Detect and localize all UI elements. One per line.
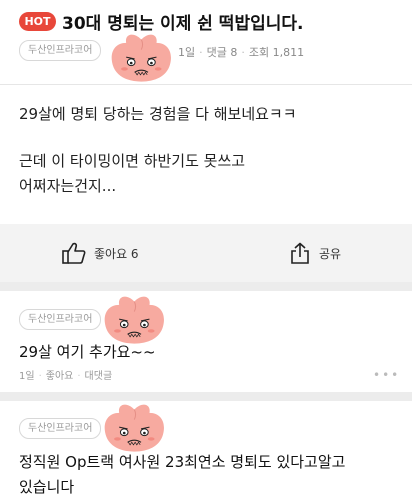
post-meta: 1일 · 댓글 8 · 조회 1,811: [178, 46, 305, 59]
author-avatar[interactable]: [111, 30, 175, 86]
post-time: 1일: [178, 46, 196, 59]
post-comment-count[interactable]: 댓글 8: [207, 46, 238, 59]
comment-meta: 1일 · 좋아요 · 대댓글: [19, 371, 113, 382]
post-body-line: 29살에 명퇴 당하는 경험을 다 해보네요ㅋㅋ: [19, 105, 297, 123]
comment-text: 29살 여기 추가요~~: [19, 343, 156, 361]
hot-badge: HOT: [19, 12, 56, 31]
post-title: 30대 명퇴는 이제 쉰 떡밥입니다.: [62, 14, 304, 34]
like-label: 좋아요 6: [94, 246, 139, 261]
comment-time: 1일: [19, 371, 35, 382]
section-divider: [0, 282, 412, 291]
comment-author-tag[interactable]: 두산인프라코어: [19, 309, 102, 330]
action-bar: 좋아요 6 공유: [0, 224, 412, 282]
comment-author-tag[interactable]: 두산인프라코어: [19, 418, 102, 439]
thumbs-up-icon: [62, 242, 86, 264]
post-body-line: 어쩌자는건지...: [19, 177, 117, 195]
comment-avatar[interactable]: [104, 400, 168, 456]
post-header: HOT 30대 명퇴는 이제 쉰 떡밥입니다. 두산인프라코어 1일 · 댓글 8 ·…: [0, 0, 412, 84]
comment-avatar[interactable]: [104, 292, 168, 348]
comment-text-line: 정직원 Op트랙 여사원 23최연소 명퇴도 있다고알고: [19, 453, 346, 471]
section-divider: [0, 392, 412, 401]
post-view-count: 조회 1,811: [248, 46, 305, 59]
divider: [0, 84, 412, 85]
comment-reply-button[interactable]: 대댓글: [85, 371, 113, 382]
post-body-line: 근데 이 타이밍이면 하반기도 못쓰고: [19, 152, 246, 170]
comment-text-line: 있습니다: [19, 478, 75, 496]
share-icon: [291, 242, 309, 264]
comment-like-button[interactable]: 좋아요: [46, 371, 74, 382]
more-options-icon[interactable]: •••: [373, 368, 400, 382]
like-button[interactable]: 좋아요 6: [62, 242, 139, 264]
share-label: 공유: [319, 246, 342, 261]
author-company-tag[interactable]: 두산인프라코어: [19, 40, 102, 61]
share-button[interactable]: 공유: [289, 242, 341, 264]
